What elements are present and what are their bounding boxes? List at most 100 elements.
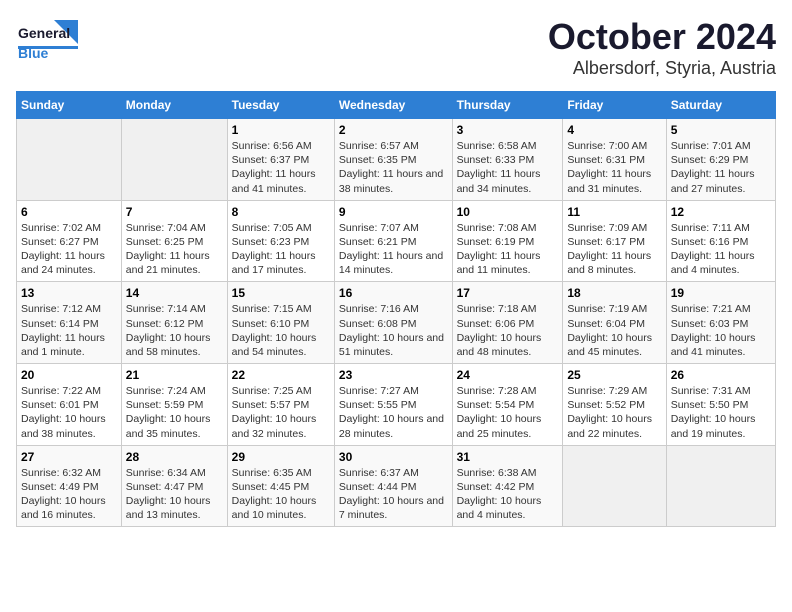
calendar-cell: 29Sunrise: 6:35 AMSunset: 4:45 PMDayligh… — [227, 445, 334, 527]
calendar-cell — [17, 119, 122, 201]
weekday-header: Saturday — [666, 92, 775, 119]
calendar-cell: 27Sunrise: 6:32 AMSunset: 4:49 PMDayligh… — [17, 445, 122, 527]
page-title: October 2024 — [548, 16, 776, 58]
day-info: Sunrise: 7:07 AMSunset: 6:21 PMDaylight:… — [339, 221, 448, 278]
day-number: 7 — [126, 205, 223, 219]
day-info: Sunrise: 7:31 AMSunset: 5:50 PMDaylight:… — [671, 384, 771, 441]
day-number: 25 — [567, 368, 661, 382]
day-info: Sunrise: 7:16 AMSunset: 6:08 PMDaylight:… — [339, 302, 448, 359]
calendar-cell: 16 Sunrise: 7:16 AMSunset: 6:08 PMDayligh… — [334, 282, 452, 364]
calendar-cell: 14 Sunrise: 7:14 AMSunset: 6:12 PMDayligh… — [121, 282, 227, 364]
day-number: 1 — [232, 123, 330, 137]
day-number: 11 — [567, 205, 661, 219]
weekday-header: Thursday — [452, 92, 563, 119]
day-info: Sunrise: 7:01 AMSunset: 6:29 PMDaylight:… — [671, 139, 771, 196]
weekday-header: Friday — [563, 92, 666, 119]
weekday-header: Wednesday — [334, 92, 452, 119]
day-number: 10 — [457, 205, 559, 219]
day-info: Sunrise: 7:18 AMSunset: 6:06 PMDaylight:… — [457, 302, 559, 359]
calendar-cell: 23 Sunrise: 7:27 AMSunset: 5:55 PMDayligh… — [334, 364, 452, 446]
day-info: Sunrise: 7:04 AMSunset: 6:25 PMDaylight:… — [126, 221, 223, 278]
calendar-body: 1 Sunrise: 6:56 AMSunset: 6:37 PMDaylight… — [17, 119, 776, 527]
day-number: 20 — [21, 368, 117, 382]
day-number: 17 — [457, 286, 559, 300]
day-info: Sunrise: 6:35 AMSunset: 4:45 PMDaylight:… — [232, 466, 330, 523]
day-info: Sunrise: 7:22 AMSunset: 6:01 PMDaylight:… — [21, 384, 117, 441]
day-info: Sunrise: 7:08 AMSunset: 6:19 PMDaylight:… — [457, 221, 559, 278]
calendar-cell: 28 Sunrise: 6:34 AMSunset: 4:47 PMDayligh… — [121, 445, 227, 527]
day-info: Sunrise: 7:09 AMSunset: 6:17 PMDaylight:… — [567, 221, 661, 278]
day-number: 8 — [232, 205, 330, 219]
calendar-cell — [121, 119, 227, 201]
weekday-header: Tuesday — [227, 92, 334, 119]
calendar-cell: 20 Sunrise: 7:22 AMSunset: 6:01 PMDayligh… — [17, 364, 122, 446]
day-info: Sunrise: 7:14 AMSunset: 6:12 PMDaylight:… — [126, 302, 223, 359]
day-info: Sunrise: 6:56 AMSunset: 6:37 PMDaylight:… — [232, 139, 330, 196]
day-number: 2 — [339, 123, 448, 137]
calendar-cell: 15Sunrise: 7:15 AMSunset: 6:10 PMDayligh… — [227, 282, 334, 364]
calendar-cell: 26 Sunrise: 7:31 AMSunset: 5:50 PMDayligh… — [666, 364, 775, 446]
day-info: Sunrise: 7:28 AMSunset: 5:54 PMDaylight:… — [457, 384, 559, 441]
day-number: 4 — [567, 123, 661, 137]
calendar-cell — [666, 445, 775, 527]
calendar-cell: 11 Sunrise: 7:09 AMSunset: 6:17 PMDayligh… — [563, 200, 666, 282]
calendar-week-row: 13 Sunrise: 7:12 AMSunset: 6:14 PMDayligh… — [17, 282, 776, 364]
calendar-cell: 8 Sunrise: 7:05 AMSunset: 6:23 PMDaylight… — [227, 200, 334, 282]
day-number: 19 — [671, 286, 771, 300]
calendar-cell: 13 Sunrise: 7:12 AMSunset: 6:14 PMDayligh… — [17, 282, 122, 364]
day-number: 14 — [126, 286, 223, 300]
page-header: General Blue October 2024 Albersdorf, St… — [16, 16, 776, 79]
day-number: 30 — [339, 450, 448, 464]
calendar-header: SundayMondayTuesdayWednesdayThursdayFrid… — [17, 92, 776, 119]
calendar-cell: 2Sunrise: 6:57 AMSunset: 6:35 PMDaylight… — [334, 119, 452, 201]
day-info: Sunrise: 7:12 AMSunset: 6:14 PMDaylight:… — [21, 302, 117, 359]
day-number: 6 — [21, 205, 117, 219]
day-info: Sunrise: 7:29 AMSunset: 5:52 PMDaylight:… — [567, 384, 661, 441]
day-number: 26 — [671, 368, 771, 382]
day-info: Sunrise: 7:05 AMSunset: 6:23 PMDaylight:… — [232, 221, 330, 278]
calendar-cell: 30 Sunrise: 6:37 AMSunset: 4:44 PMDayligh… — [334, 445, 452, 527]
calendar-cell: 4 Sunrise: 7:00 AMSunset: 6:31 PMDaylight… — [563, 119, 666, 201]
day-info: Sunrise: 7:19 AMSunset: 6:04 PMDaylight:… — [567, 302, 661, 359]
weekday-header: Sunday — [17, 92, 122, 119]
day-number: 9 — [339, 205, 448, 219]
day-number: 13 — [21, 286, 117, 300]
calendar-cell: 24 Sunrise: 7:28 AMSunset: 5:54 PMDayligh… — [452, 364, 563, 446]
day-info: Sunrise: 6:38 AMSunset: 4:42 PMDaylight:… — [457, 466, 559, 523]
day-number: 22 — [232, 368, 330, 382]
calendar-cell: 19 Sunrise: 7:21 AMSunset: 6:03 PMDayligh… — [666, 282, 775, 364]
calendar-cell: 1 Sunrise: 6:56 AMSunset: 6:37 PMDaylight… — [227, 119, 334, 201]
calendar-cell: 12Sunrise: 7:11 AMSunset: 6:16 PMDayligh… — [666, 200, 775, 282]
day-info: Sunrise: 7:24 AMSunset: 5:59 PMDaylight:… — [126, 384, 223, 441]
day-info: Sunrise: 6:32 AMSunset: 4:49 PMDaylight:… — [21, 466, 117, 523]
calendar-cell: 5 Sunrise: 7:01 AMSunset: 6:29 PMDaylight… — [666, 119, 775, 201]
day-number: 5 — [671, 123, 771, 137]
day-info: Sunrise: 7:15 AMSunset: 6:10 PMDaylight:… — [232, 302, 330, 359]
calendar-cell: 21 Sunrise: 7:24 AMSunset: 5:59 PMDayligh… — [121, 364, 227, 446]
calendar-cell: 9 Sunrise: 7:07 AMSunset: 6:21 PMDaylight… — [334, 200, 452, 282]
day-number: 23 — [339, 368, 448, 382]
day-number: 18 — [567, 286, 661, 300]
day-number: 31 — [457, 450, 559, 464]
calendar-cell: 31 Sunrise: 6:38 AMSunset: 4:42 PMDayligh… — [452, 445, 563, 527]
calendar-week-row: 1 Sunrise: 6:56 AMSunset: 6:37 PMDaylight… — [17, 119, 776, 201]
day-info: Sunrise: 6:37 AMSunset: 4:44 PMDaylight:… — [339, 466, 448, 523]
day-info: Sunrise: 7:25 AMSunset: 5:57 PMDaylight:… — [232, 384, 330, 441]
day-info: Sunrise: 6:34 AMSunset: 4:47 PMDaylight:… — [126, 466, 223, 523]
day-info: Sunrise: 7:00 AMSunset: 6:31 PMDaylight:… — [567, 139, 661, 196]
calendar-week-row: 20 Sunrise: 7:22 AMSunset: 6:01 PMDayligh… — [17, 364, 776, 446]
day-number: 16 — [339, 286, 448, 300]
day-info: Sunrise: 7:02 AMSunset: 6:27 PMDaylight:… — [21, 221, 117, 278]
day-info: Sunrise: 7:27 AMSunset: 5:55 PMDaylight:… — [339, 384, 448, 441]
calendar-cell: 7 Sunrise: 7:04 AMSunset: 6:25 PMDaylight… — [121, 200, 227, 282]
weekday-row: SundayMondayTuesdayWednesdayThursdayFrid… — [17, 92, 776, 119]
day-number: 12 — [671, 205, 771, 219]
day-number: 3 — [457, 123, 559, 137]
day-info: Sunrise: 7:21 AMSunset: 6:03 PMDaylight:… — [671, 302, 771, 359]
logo-svg: General Blue — [16, 16, 86, 66]
day-number: 21 — [126, 368, 223, 382]
calendar-cell: 25 Sunrise: 7:29 AMSunset: 5:52 PMDayligh… — [563, 364, 666, 446]
day-number: 28 — [126, 450, 223, 464]
day-number: 24 — [457, 368, 559, 382]
calendar-week-row: 6 Sunrise: 7:02 AMSunset: 6:27 PMDaylight… — [17, 200, 776, 282]
